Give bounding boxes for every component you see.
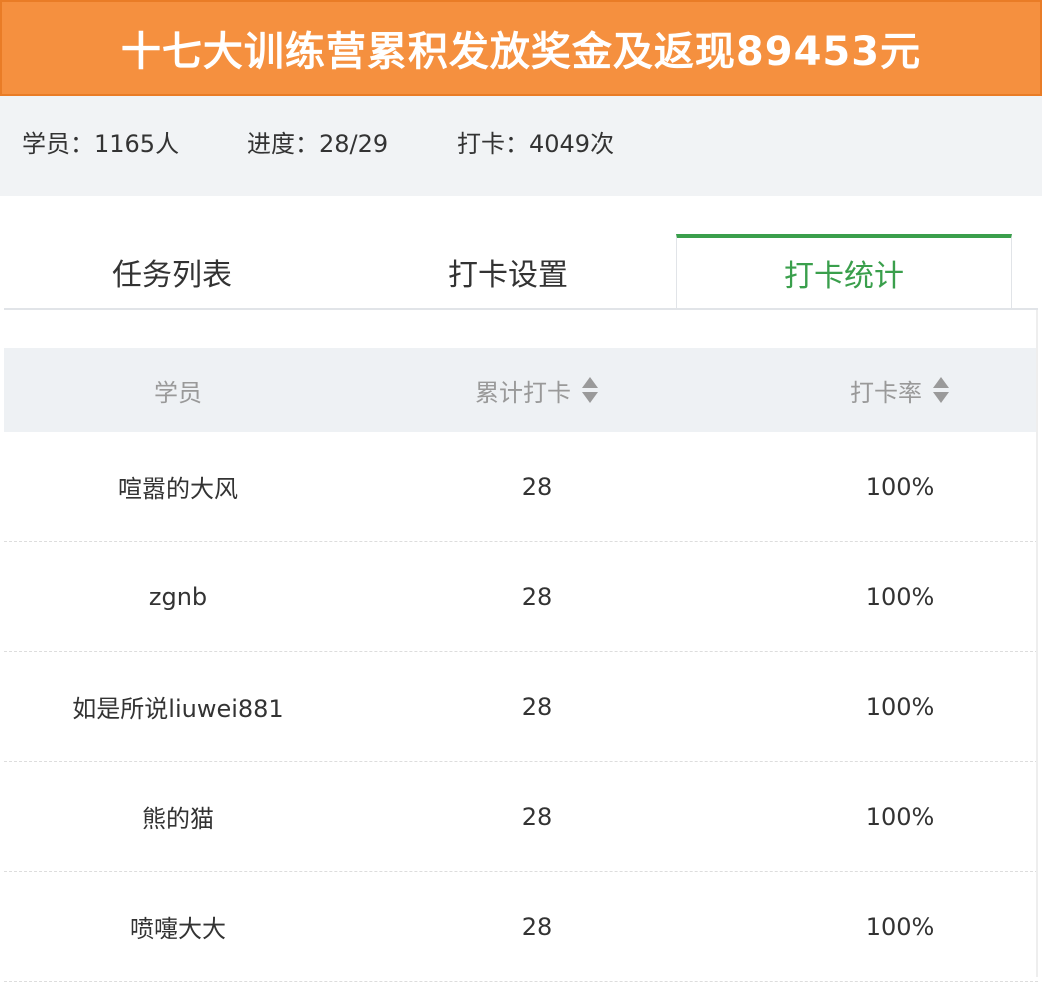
tab-checkin-settings[interactable]: 打卡设置: [340, 236, 676, 308]
tab-baseline: [4, 308, 1038, 310]
sort-updown-icon[interactable]: [581, 376, 599, 404]
cell-student-name: 喧嚣的大风: [118, 475, 238, 503]
stat-progress: 进度：28/29: [247, 130, 389, 158]
stats-table: 学员 累计打卡 打卡率 喧嚣的大风 28 100% zgnb 28 100% 如…: [4, 348, 1038, 982]
table-row: zgnb 28 100%: [4, 542, 1038, 652]
banner: 十七大训练营累积发放奖金及返现89453元: [0, 0, 1042, 96]
header-student-label: 学员: [154, 378, 202, 407]
table-header: 学员 累计打卡 打卡率: [4, 348, 1038, 432]
header-checkin-rate-label: 打卡率: [850, 378, 922, 407]
tab-checkin-stats[interactable]: 打卡统计: [676, 234, 1012, 308]
sort-updown-icon[interactable]: [932, 376, 950, 404]
stat-students: 学员：1165人: [22, 130, 180, 158]
table-row: 喧嚣的大风 28 100%: [4, 432, 1038, 542]
table-row: 熊的猫 28 100%: [4, 762, 1038, 872]
cell-total-checkins: 28: [521, 912, 553, 941]
header-total-checkins-label: 累计打卡: [475, 378, 571, 407]
cell-student-name: 熊的猫: [142, 805, 214, 833]
table-row: 如是所说liuwei881 28 100%: [4, 652, 1038, 762]
cell-checkin-rate: 100%: [865, 912, 935, 941]
page: 十七大训练营累积发放奖金及返现89453元 学员：1165人 进度：28/29 …: [0, 0, 1042, 982]
cell-total-checkins: 28: [521, 692, 553, 721]
cell-total-checkins: 28: [521, 802, 553, 831]
stat-checkins: 打卡：4049次: [457, 130, 615, 158]
cell-student-name: 喷嚏大大: [130, 915, 226, 943]
cell-checkin-rate: 100%: [865, 692, 935, 721]
header-total-checkins[interactable]: 累计打卡: [352, 348, 722, 432]
header-checkin-rate[interactable]: 打卡率: [722, 348, 1042, 432]
cell-checkin-rate: 100%: [865, 472, 935, 501]
table-right-border: [1036, 310, 1038, 977]
tab-bar: 任务列表 打卡设置 打卡统计: [4, 196, 1038, 310]
cell-checkin-rate: 100%: [865, 582, 935, 611]
cell-student-name: zgnb: [148, 582, 208, 611]
cell-total-checkins: 28: [521, 472, 553, 501]
stats-bar: 学员：1165人 进度：28/29 打卡：4049次: [0, 96, 1042, 196]
header-student: 学员: [4, 348, 352, 432]
table-row: 喷嚏大大 28 100%: [4, 872, 1038, 982]
banner-title: 十七大训练营累积发放奖金及返现89453元: [120, 29, 922, 75]
cell-student-name: 如是所说liuwei881: [72, 695, 284, 723]
cell-total-checkins: 28: [521, 582, 553, 611]
cell-checkin-rate: 100%: [865, 802, 935, 831]
tab-task-list[interactable]: 任务列表: [4, 236, 340, 308]
